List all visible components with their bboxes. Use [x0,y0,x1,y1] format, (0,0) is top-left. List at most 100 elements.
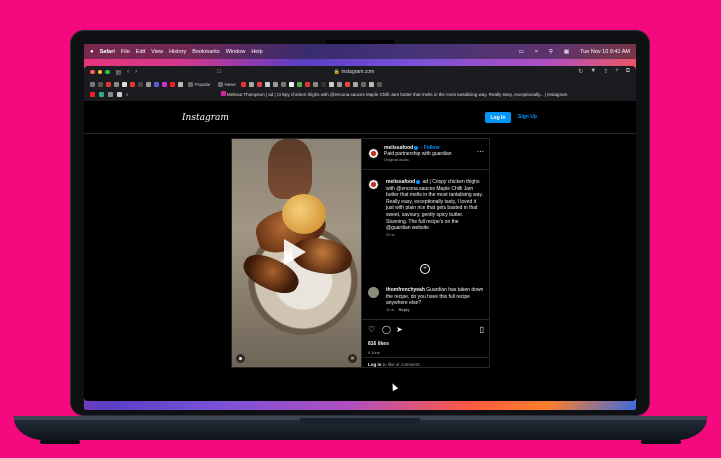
tabs-overview-icon[interactable]: ⧉ [626,68,630,75]
bookmark-icon[interactable] [90,81,95,87]
bookmark-icon[interactable] [368,81,374,87]
bookmark-icon[interactable] [146,81,151,87]
share-icon[interactable]: ➤ [396,325,403,334]
zoom-window-button[interactable] [105,69,110,75]
bookmark-icon[interactable] [98,81,103,87]
post-date: 9 June [368,350,381,355]
menu-edit[interactable]: Edit [136,49,145,55]
butter-image [282,194,326,234]
pinned-tab-icon[interactable] [108,92,113,97]
avatar[interactable] [368,148,379,159]
hand-image [268,139,312,199]
bookmark-icon[interactable] [288,81,294,87]
instagram-logo[interactable]: Instagram [182,113,229,123]
bookmark-icon[interactable] [360,81,366,87]
battery-icon[interactable]: ▭ [519,49,524,55]
menu-bookmarks[interactable]: Bookmarks [192,49,220,55]
caption-username[interactable]: melissafood [386,179,415,185]
menu-help[interactable]: Help [251,49,262,55]
login-link[interactable]: Log in [368,362,382,367]
share-icon[interactable]: ⇧ [603,68,608,75]
back-icon[interactable]: ‹ [127,69,129,75]
bookmark-icon[interactable] [114,81,119,87]
bookmark-folder-popular[interactable]: Popular [188,81,211,87]
download-icon[interactable]: ▼ [590,68,596,75]
bookmark-icon[interactable] [122,81,127,87]
avatar[interactable] [368,287,379,298]
bookmark-icon[interactable] [154,81,159,87]
bookmark-icon[interactable] [264,81,270,87]
forward-icon[interactable]: › [135,69,137,75]
comment: thomfrenchyeah Guardian has taken down t… [386,287,484,313]
menu-view[interactable]: View [151,49,163,55]
pinned-tab-icon[interactable] [99,92,104,97]
sidebar-icon[interactable]: ▤ [116,69,122,76]
wifi-icon[interactable]: ≈ [535,49,538,55]
bookmark-icon[interactable] [304,81,310,87]
caption-text: ad | Crispy chicken thighs with @encona.… [386,179,483,232]
more-options-icon[interactable]: ⋯ [477,148,484,156]
close-window-button[interactable] [90,69,95,75]
menu-window[interactable]: Window [226,49,246,55]
bookmark-icon[interactable] [178,81,183,87]
bookmark-icon[interactable] [170,81,175,87]
pinned-tab-icon[interactable] [90,92,95,97]
comment-username[interactable]: thomfrenchyeah [386,287,425,293]
header-divider [84,133,636,134]
bookmark-icon[interactable] [162,81,167,87]
control-center-icon[interactable]: ▦ [564,49,569,55]
audio-label[interactable]: Original audio [384,157,409,162]
bookmark-icon[interactable] [106,81,111,87]
bookmark-icon[interactable] [296,81,302,87]
active-tab[interactable]: Melissa Thompson | ad | Crispy chicken t… [214,91,574,98]
mute-icon[interactable]: ✕ [348,354,357,363]
menu-history[interactable]: History [169,49,186,55]
minimize-window-button[interactable] [97,69,102,75]
likes-count[interactable]: 816 likes [368,341,389,347]
bookmark-icon[interactable] [344,81,350,87]
avatar[interactable] [368,179,379,190]
shield-icon[interactable]: □ [217,69,221,75]
post-header: melissafood · Follow Paid partnership wi… [362,139,490,170]
play-icon[interactable] [284,239,306,265]
bookmark-folder-news[interactable]: News [217,81,236,87]
bookmark-icon[interactable] [320,81,326,87]
bookmark-icon[interactable] [256,81,262,87]
search-icon[interactable]: ⚲ [549,49,553,55]
menu-app-name[interactable]: Safari [100,49,115,55]
like-icon[interactable]: ♡ [368,325,375,334]
address-bar[interactable]: 🔒 instagram.com [314,68,394,76]
bookmark-icon[interactable] [376,81,382,87]
reply-button[interactable]: Reply [399,307,410,312]
post-video[interactable]: ☻ ✕ [232,139,361,367]
new-tab-icon[interactable]: + [615,68,619,75]
bookmark-icon[interactable] [272,81,278,87]
signup-link[interactable]: Sign Up [518,113,537,122]
bookmark-icon[interactable] [280,81,286,87]
verified-icon [416,179,421,184]
reload-icon[interactable]: ↻ [578,68,583,75]
bookmark-icon[interactable] [328,81,334,87]
tab-overflow-icon[interactable]: » [126,92,129,97]
login-button[interactable]: Log In [485,112,511,123]
bookmark-icon[interactable] [336,81,342,87]
bookmark-icon[interactable] [138,81,143,87]
load-more-comments-icon[interactable]: + [420,264,430,274]
bookmark-icon[interactable] [312,81,318,87]
folder-icon [188,81,193,87]
bookmark-icon[interactable] [352,81,358,87]
apple-icon[interactable]: ● [90,49,94,55]
save-icon[interactable]: ▯ [480,325,484,334]
menu-file[interactable]: File [121,49,130,55]
comment-time: 11 w [386,306,395,312]
toolbar-right: ↻ ▼ ⇧ + ⧉ [578,68,630,75]
menu-clock[interactable]: Tue Nov 10 9:41 AM [580,49,630,55]
bookmark-icon[interactable] [240,81,246,87]
laptop-thumb-notch [300,418,420,424]
bookmark-icon[interactable] [248,81,254,87]
pinned-tab-icon[interactable] [117,92,122,97]
comment-icon[interactable]: ◯ [382,325,391,334]
bookmark-icon[interactable] [130,81,135,87]
user-tag-icon[interactable]: ☻ [236,354,245,363]
lock-icon: 🔒 [333,69,341,75]
